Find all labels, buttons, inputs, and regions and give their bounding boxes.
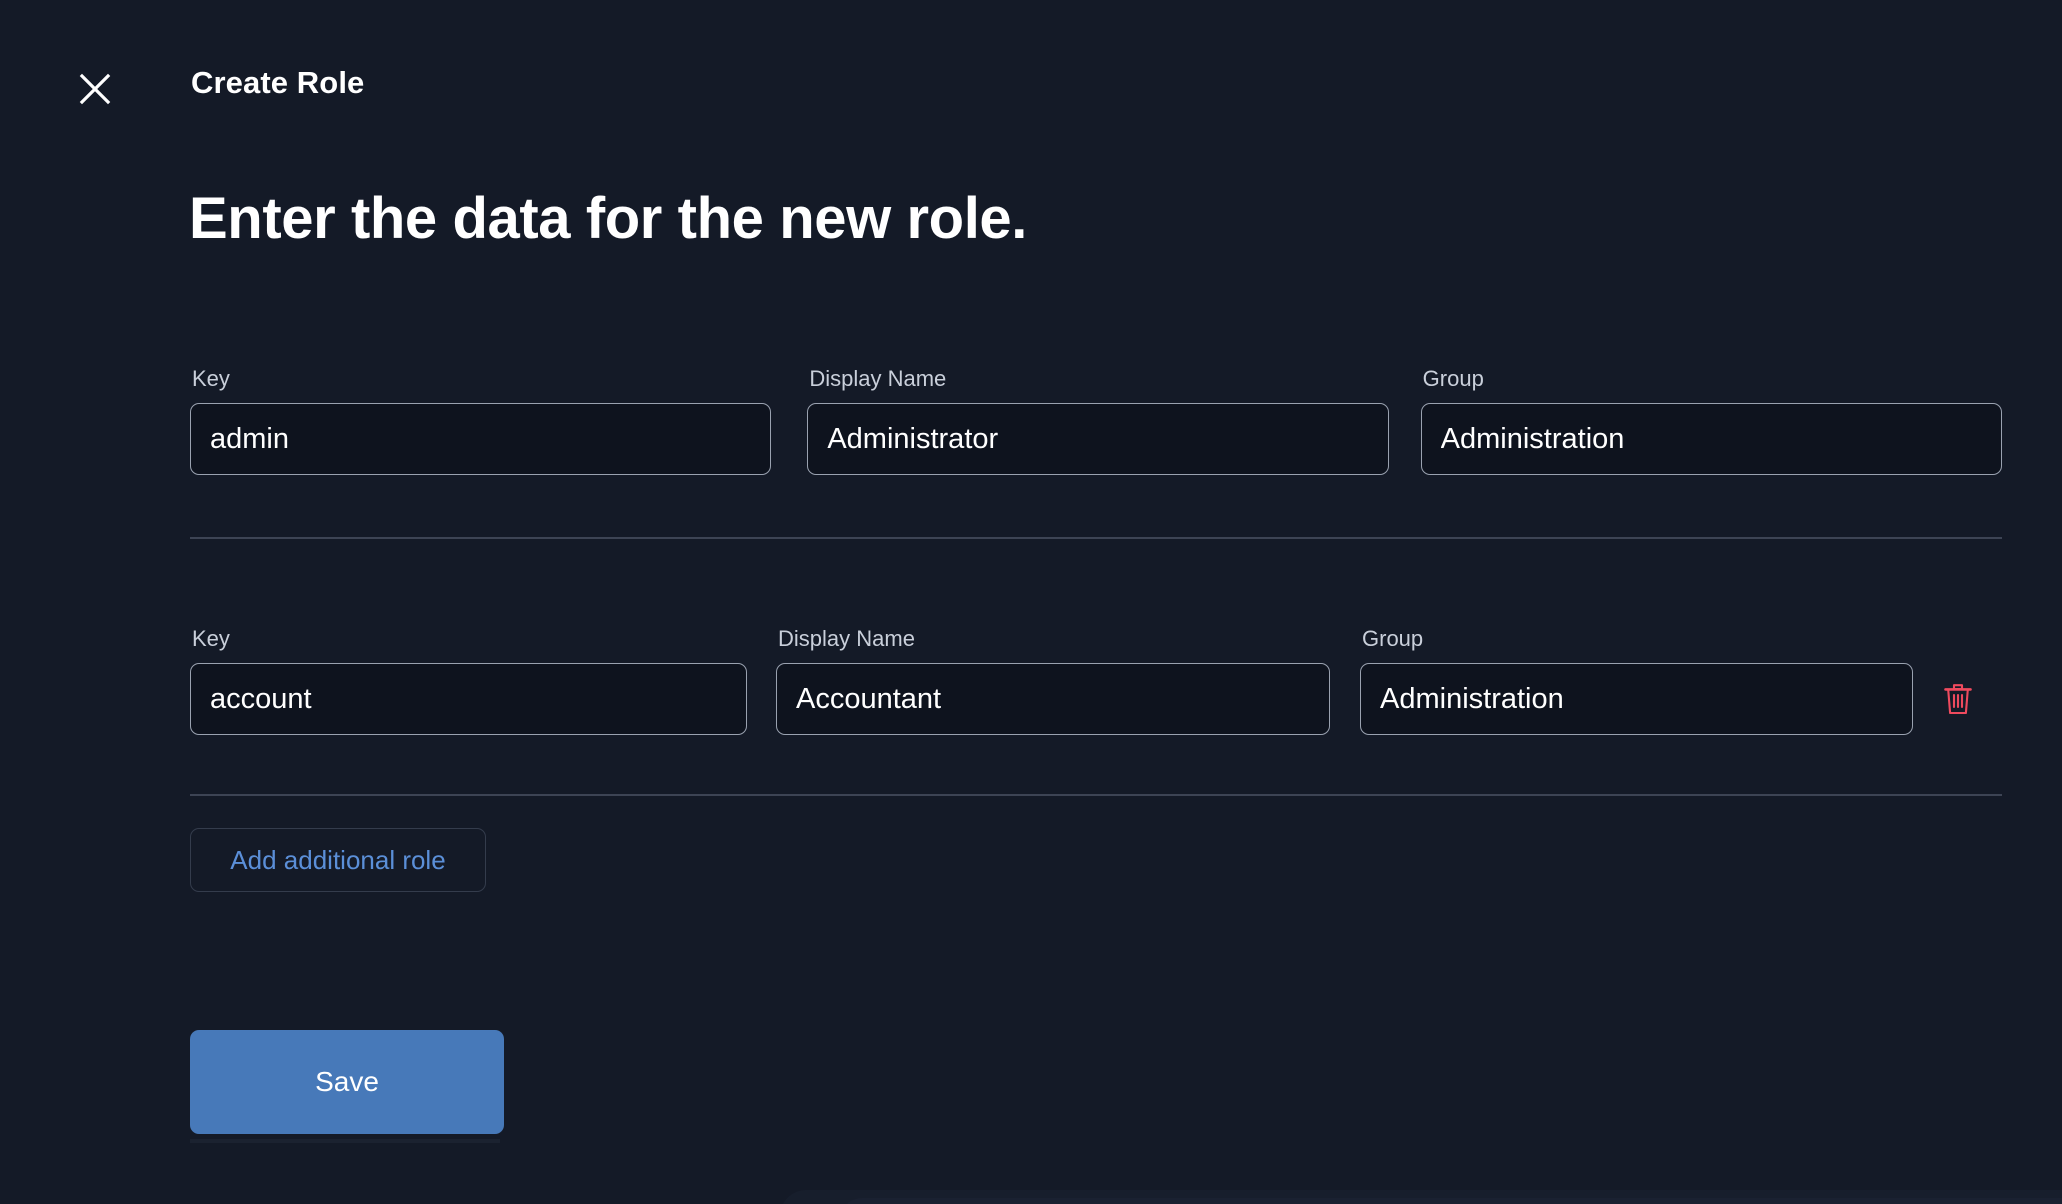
save-button[interactable]: Save [190, 1030, 504, 1134]
role-group-label: Group [1422, 366, 1484, 391]
close-button[interactable] [58, 56, 132, 122]
role-key-input[interactable] [190, 403, 772, 475]
role-row: Key Display Name Group [190, 368, 2002, 475]
role-key-label: Key [192, 366, 230, 391]
add-additional-role-button[interactable]: Add additional role [190, 828, 486, 892]
dialog-title: Create Role [191, 65, 365, 100]
role-group-field: Group [1420, 366, 2002, 475]
dialog-header: Create Role [0, 0, 2062, 132]
save-button-label: Save [315, 1066, 379, 1097]
row-divider [190, 794, 2002, 796]
role-key-field: Key [190, 628, 747, 735]
close-icon [78, 72, 112, 106]
role-display-name-label: Display Name [809, 366, 947, 391]
role-display-name-input[interactable] [807, 403, 1389, 475]
delete-role-button[interactable] [1929, 663, 1987, 735]
role-display-name-field: Display Name [776, 628, 1330, 735]
role-key-input[interactable] [190, 663, 747, 735]
row-divider [190, 537, 2002, 539]
role-group-field: Group [1360, 628, 1913, 735]
role-display-name-field: Display Name [807, 366, 1389, 475]
page-title: Enter the data for the new role. [189, 186, 1027, 251]
background-panel [780, 1190, 2062, 1204]
background-panel-inner [840, 1198, 2062, 1204]
trash-icon [1943, 682, 1973, 716]
role-group-input[interactable] [1360, 663, 1913, 735]
role-group-input[interactable] [1420, 403, 2002, 475]
role-row: Key Display Name Group [190, 628, 2002, 735]
add-additional-role-label: Add additional role [230, 844, 446, 875]
role-display-name-label: Display Name [778, 626, 915, 651]
role-key-field: Key [190, 366, 772, 475]
background-edge [190, 1139, 500, 1143]
role-display-name-input[interactable] [776, 663, 1330, 735]
role-key-label: Key [192, 626, 230, 651]
role-group-label: Group [1362, 626, 1424, 651]
